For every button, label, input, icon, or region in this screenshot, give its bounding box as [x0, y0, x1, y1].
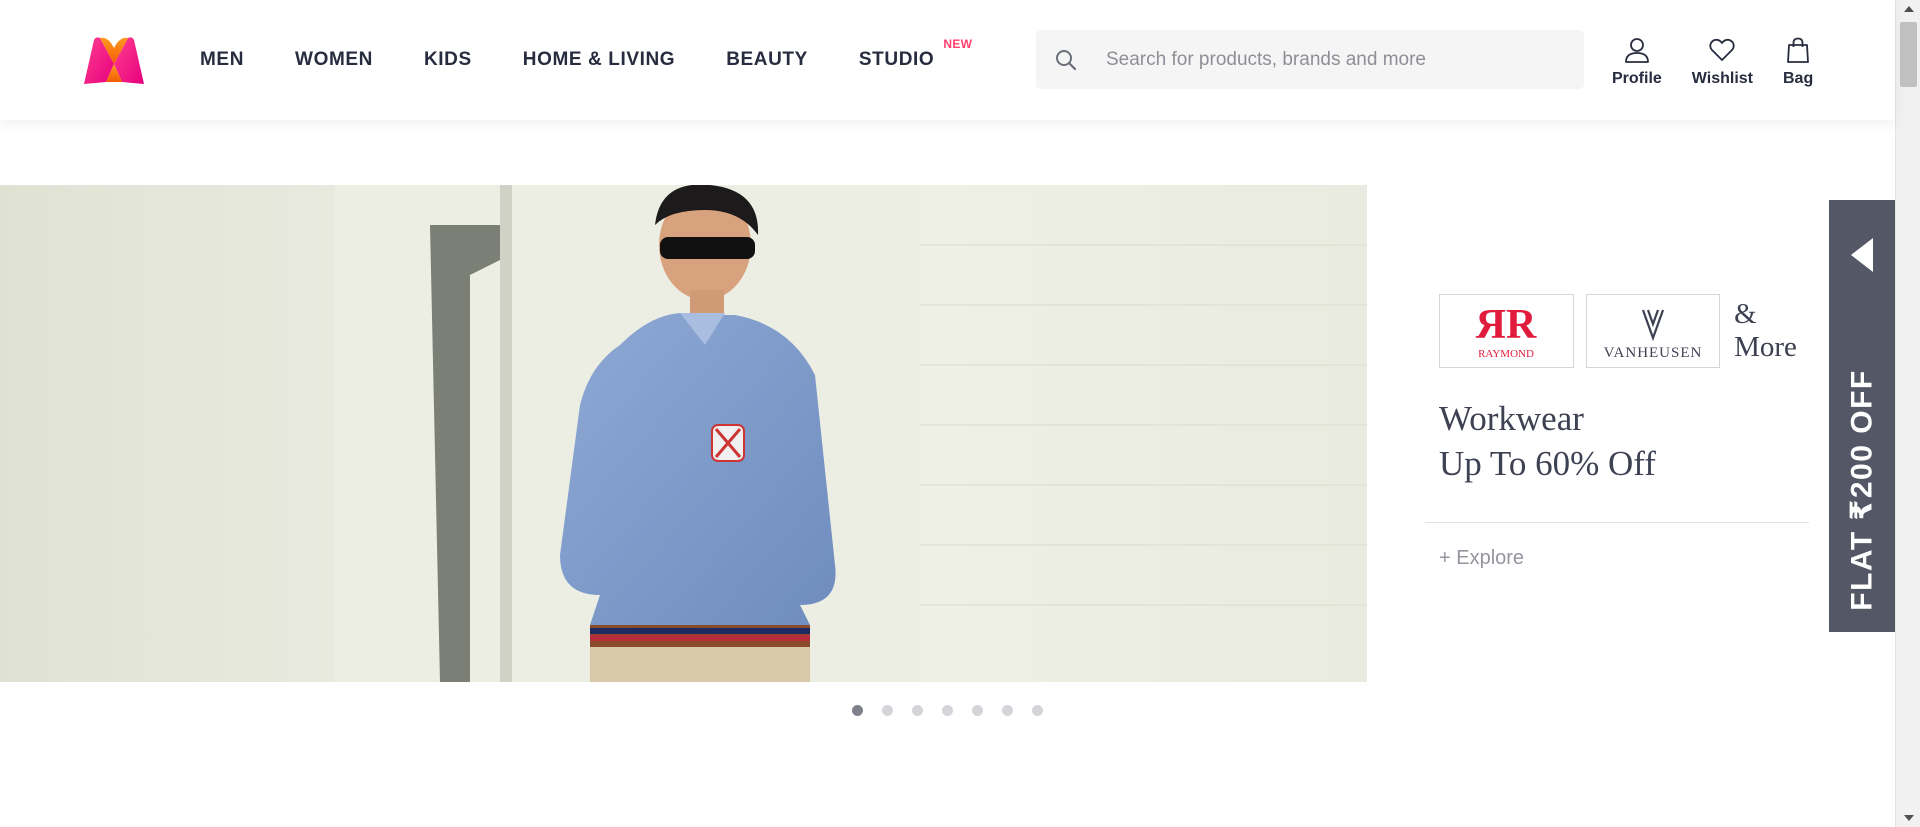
carousel-dot-2[interactable] [882, 705, 893, 716]
nav-studio[interactable]: STUDIO NEW [858, 37, 972, 71]
carousel-dot-6[interactable] [1002, 705, 1013, 716]
profile-icon [1623, 36, 1651, 64]
explore-link[interactable]: + Explore [1439, 547, 1524, 570]
promo-headline: Workwear Up To 60% Off [1439, 396, 1656, 486]
brand-logo-van-heusen[interactable]: VANHEUSEN [1585, 294, 1721, 368]
van-heusen-logo-icon: VANHEUSEN [1603, 309, 1702, 361]
carousel-dot-5[interactable] [972, 705, 983, 716]
promo-divider [1425, 522, 1809, 523]
nav-men[interactable]: MEN [200, 49, 244, 71]
bag-button[interactable]: Bag [1783, 36, 1813, 88]
carousel-dot-7[interactable] [1032, 705, 1043, 716]
profile-label: Profile [1612, 70, 1662, 87]
svg-text:RAYMOND: RAYMOND [1478, 348, 1534, 360]
wishlist-button[interactable]: Wishlist [1692, 36, 1753, 88]
svg-text:VANHEUSEN: VANHEUSEN [1603, 345, 1702, 361]
carousel-dot-1[interactable] [852, 705, 863, 716]
more-brands-text: & More [1734, 298, 1797, 363]
carousel-dot-3[interactable] [912, 705, 923, 716]
logo-icon [84, 37, 144, 84]
nav-women[interactable]: WOMEN [295, 49, 373, 71]
arrow-left-icon [1851, 238, 1873, 272]
offer-side-tab[interactable]: FLAT ₹200 OFF [1829, 200, 1895, 632]
scroll-down-icon[interactable] [1904, 815, 1914, 821]
new-badge: NEW [943, 37, 973, 51]
bag-icon [1784, 36, 1812, 64]
scrollbar-thumb[interactable] [1900, 22, 1917, 87]
bag-label: Bag [1783, 70, 1814, 87]
svg-text:ЯR: ЯR [1476, 302, 1537, 348]
site-header: MEN WOMEN KIDS HOME & LIVING BEAUTY STUD… [0, 0, 1895, 120]
header-actions: Profile Wishlist Bag [1612, 36, 1843, 88]
nav-home-living[interactable]: HOME & LIVING [523, 49, 675, 71]
brand-logos: ЯR RAYMOND VANHEUSEN & More [1439, 294, 1825, 368]
scroll-up-icon[interactable] [1904, 6, 1914, 12]
offer-side-tab-label: FLAT ₹200 OFF [1845, 369, 1879, 611]
promo-headline-line2: Up To 60% Off [1439, 444, 1656, 483]
carousel-dot-4[interactable] [942, 705, 953, 716]
carousel-dots [852, 705, 1062, 716]
raymond-logo-icon: ЯR RAYMOND [1476, 302, 1537, 360]
banner-illustration [0, 185, 1367, 682]
heart-icon [1708, 36, 1736, 64]
search-input[interactable] [1106, 48, 1556, 71]
brand-logo-raymond[interactable]: ЯR RAYMOND [1439, 294, 1574, 368]
promo-panel: ЯR RAYMOND VANHEUSEN & More Workwear Up … [1425, 185, 1825, 682]
profile-button[interactable]: Profile [1612, 36, 1662, 88]
nav-beauty[interactable]: BEAUTY [726, 49, 808, 71]
search-icon[interactable] [1036, 30, 1096, 89]
hero-banner-image[interactable] [0, 185, 1367, 682]
nav-kids[interactable]: KIDS [424, 49, 472, 71]
page-scrollbar[interactable] [1895, 0, 1920, 827]
wishlist-label: Wishlist [1691, 70, 1753, 87]
main-nav: MEN WOMEN KIDS HOME & LIVING BEAUTY STUD… [200, 0, 985, 120]
promo-headline-line1: Workwear [1439, 399, 1584, 438]
myntra-logo[interactable] [76, 34, 152, 90]
nav-studio-label: STUDIO [858, 49, 935, 70]
search-bar [1036, 30, 1584, 89]
